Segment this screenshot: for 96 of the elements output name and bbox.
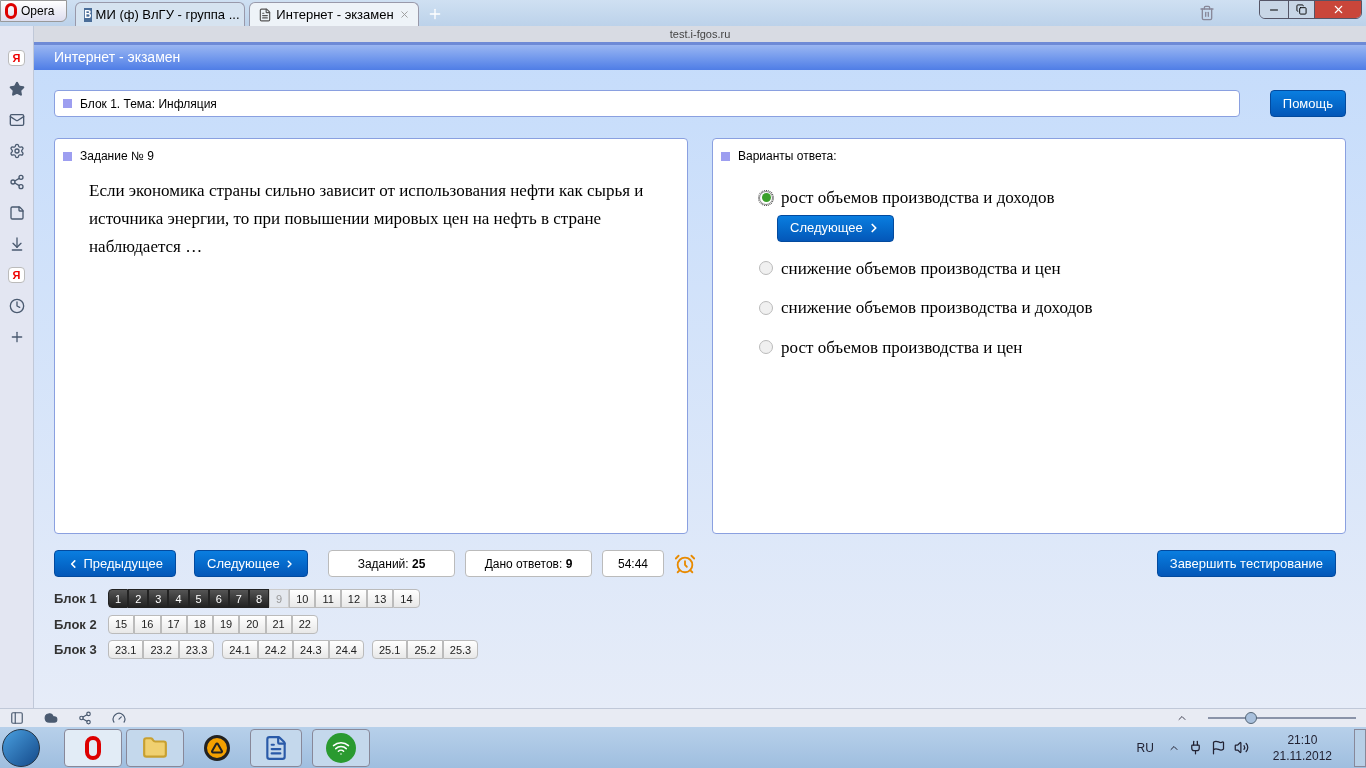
player-icon bbox=[204, 734, 230, 761]
question-number[interactable]: 6 bbox=[208, 589, 229, 609]
next-button[interactable]: Следующее bbox=[194, 550, 308, 577]
question-number[interactable]: 14 bbox=[393, 589, 420, 609]
language-indicator[interactable]: RU bbox=[1136, 738, 1154, 757]
speed-dial-icon[interactable] bbox=[112, 711, 126, 725]
clock[interactable]: 21:10 21.11.2012 bbox=[1272, 731, 1332, 764]
question-number[interactable]: 25.1 bbox=[371, 640, 408, 660]
opera-menu-button[interactable]: Opera bbox=[0, 0, 68, 22]
question-number[interactable]: 23.3 bbox=[178, 640, 215, 660]
radio-button[interactable] bbox=[759, 300, 773, 315]
question-number[interactable]: 8 bbox=[248, 589, 269, 609]
question-number[interactable]: 20 bbox=[239, 614, 266, 634]
question-number[interactable]: 25.3 bbox=[442, 640, 479, 660]
question-number[interactable]: 24.1 bbox=[222, 640, 258, 660]
yandex-button[interactable]: Я bbox=[8, 50, 25, 66]
share-icon[interactable] bbox=[8, 174, 25, 190]
question-number[interactable]: 1 bbox=[108, 589, 129, 609]
address-bar[interactable]: test.i-fgos.ru bbox=[34, 26, 1366, 45]
answer-option[interactable]: снижение объемов производства и доходов bbox=[759, 295, 1337, 321]
opera-logo-icon bbox=[5, 3, 17, 19]
question-number[interactable]: 19 bbox=[213, 614, 240, 634]
document-icon bbox=[263, 734, 289, 761]
question-number[interactable]: 11 bbox=[315, 589, 341, 609]
cloud-icon[interactable] bbox=[44, 711, 58, 725]
yandex-button[interactable]: Я bbox=[8, 267, 25, 283]
counter-box: Заданий: 25 bbox=[328, 550, 455, 577]
question-number[interactable]: 18 bbox=[186, 614, 213, 634]
answer-option[interactable]: снижение объемов производства и цен bbox=[759, 255, 1337, 281]
question-number[interactable]: 21 bbox=[265, 614, 292, 634]
panel-toggle-icon[interactable] bbox=[10, 711, 24, 725]
question-number[interactable]: 10 bbox=[289, 589, 316, 609]
answers-title: Варианты ответа: bbox=[721, 147, 1337, 165]
question-number[interactable]: 4 bbox=[168, 589, 189, 609]
wireless-icon bbox=[326, 732, 356, 763]
start-button[interactable] bbox=[2, 728, 40, 767]
finish-button[interactable]: Завершить тестирование bbox=[1156, 550, 1336, 577]
counter-box: 54:44 bbox=[602, 550, 664, 577]
counter-box: Дано ответов: 9 bbox=[465, 550, 592, 577]
taskbar-app[interactable] bbox=[64, 728, 122, 767]
zoom-thumb[interactable] bbox=[1244, 712, 1257, 724]
restore-button[interactable] bbox=[1288, 1, 1314, 18]
block-label: Блок 2 bbox=[54, 615, 98, 634]
question-number[interactable]: 16 bbox=[134, 614, 161, 634]
answer-option[interactable]: рост объемов производства и цен bbox=[759, 334, 1337, 360]
help-button[interactable]: Помощь bbox=[1269, 90, 1346, 117]
zoom-slider[interactable] bbox=[1208, 711, 1356, 725]
star-icon[interactable] bbox=[8, 81, 25, 97]
question-text: Если экономика страны сильно зависит от использования нефти как сырья и источника энергии, то при повышении мировых цен на нефть в стране наблюдается … bbox=[89, 180, 645, 258]
question-number[interactable]: 24.3 bbox=[293, 640, 329, 660]
vk-badge: В bbox=[84, 7, 92, 22]
folder-icon bbox=[142, 734, 168, 761]
question-number[interactable]: 5 bbox=[188, 589, 209, 609]
minimize-button[interactable] bbox=[1260, 1, 1288, 18]
question-number[interactable]: 24.4 bbox=[328, 640, 364, 660]
alarm-clock-icon bbox=[674, 552, 696, 575]
block-label: Блок 1 bbox=[54, 590, 98, 608]
volume-icon[interactable] bbox=[1233, 740, 1249, 755]
note-icon[interactable] bbox=[8, 205, 25, 221]
flag-icon[interactable] bbox=[1210, 740, 1226, 755]
clock-icon[interactable] bbox=[8, 298, 25, 314]
trash-icon[interactable] bbox=[1199, 5, 1215, 21]
question-number[interactable]: 22 bbox=[291, 614, 318, 634]
question-number[interactable]: 25.2 bbox=[407, 640, 443, 660]
question-number[interactable]: 15 bbox=[108, 614, 135, 634]
page-icon bbox=[258, 7, 273, 22]
question-number[interactable]: 12 bbox=[340, 589, 368, 609]
radio-button[interactable] bbox=[759, 261, 773, 276]
page-header: Интернет - экзамен bbox=[34, 45, 1366, 70]
question-number[interactable]: 17 bbox=[160, 614, 187, 634]
tab-title: Интернет - экзамен bbox=[276, 5, 395, 24]
block-title-bar: Блок 1. Тема: Инфляция bbox=[54, 90, 1240, 117]
browser-tab[interactable]: В МИ (ф) ВлГУ - группа ... bbox=[75, 2, 246, 26]
opera-logo-icon bbox=[85, 735, 101, 760]
taskbar-app[interactable] bbox=[250, 728, 302, 767]
close-icon[interactable] bbox=[399, 9, 411, 20]
question-number[interactable]: 3 bbox=[148, 589, 169, 609]
previous-button[interactable]: Предыдущее bbox=[54, 550, 176, 577]
block-label: Блок 3 bbox=[54, 641, 98, 659]
browser-tab[interactable]: Интернет - экзамен bbox=[249, 2, 420, 26]
question-number[interactable]: 13 bbox=[367, 589, 394, 609]
restore-icon bbox=[1296, 4, 1307, 15]
next-button[interactable]: Следующее bbox=[777, 214, 894, 242]
answer-option[interactable]: рост объемов производства и доходов bbox=[759, 185, 1337, 211]
mail-icon[interactable] bbox=[8, 112, 25, 128]
radio-button[interactable] bbox=[759, 340, 773, 355]
question-number[interactable]: 2 bbox=[128, 589, 149, 609]
question-number[interactable]: 23.2 bbox=[143, 640, 179, 660]
task-title: Задание № 9 bbox=[63, 147, 679, 165]
settings-icon[interactable] bbox=[8, 143, 25, 159]
question-number[interactable]: 24.2 bbox=[257, 640, 294, 660]
question-number[interactable]: 23.1 bbox=[108, 640, 144, 660]
share-icon[interactable] bbox=[78, 711, 92, 725]
question-number[interactable]: 7 bbox=[228, 589, 249, 609]
close-button[interactable] bbox=[1314, 1, 1361, 18]
tab-title: МИ (ф) ВлГУ - группа ... bbox=[95, 5, 240, 24]
